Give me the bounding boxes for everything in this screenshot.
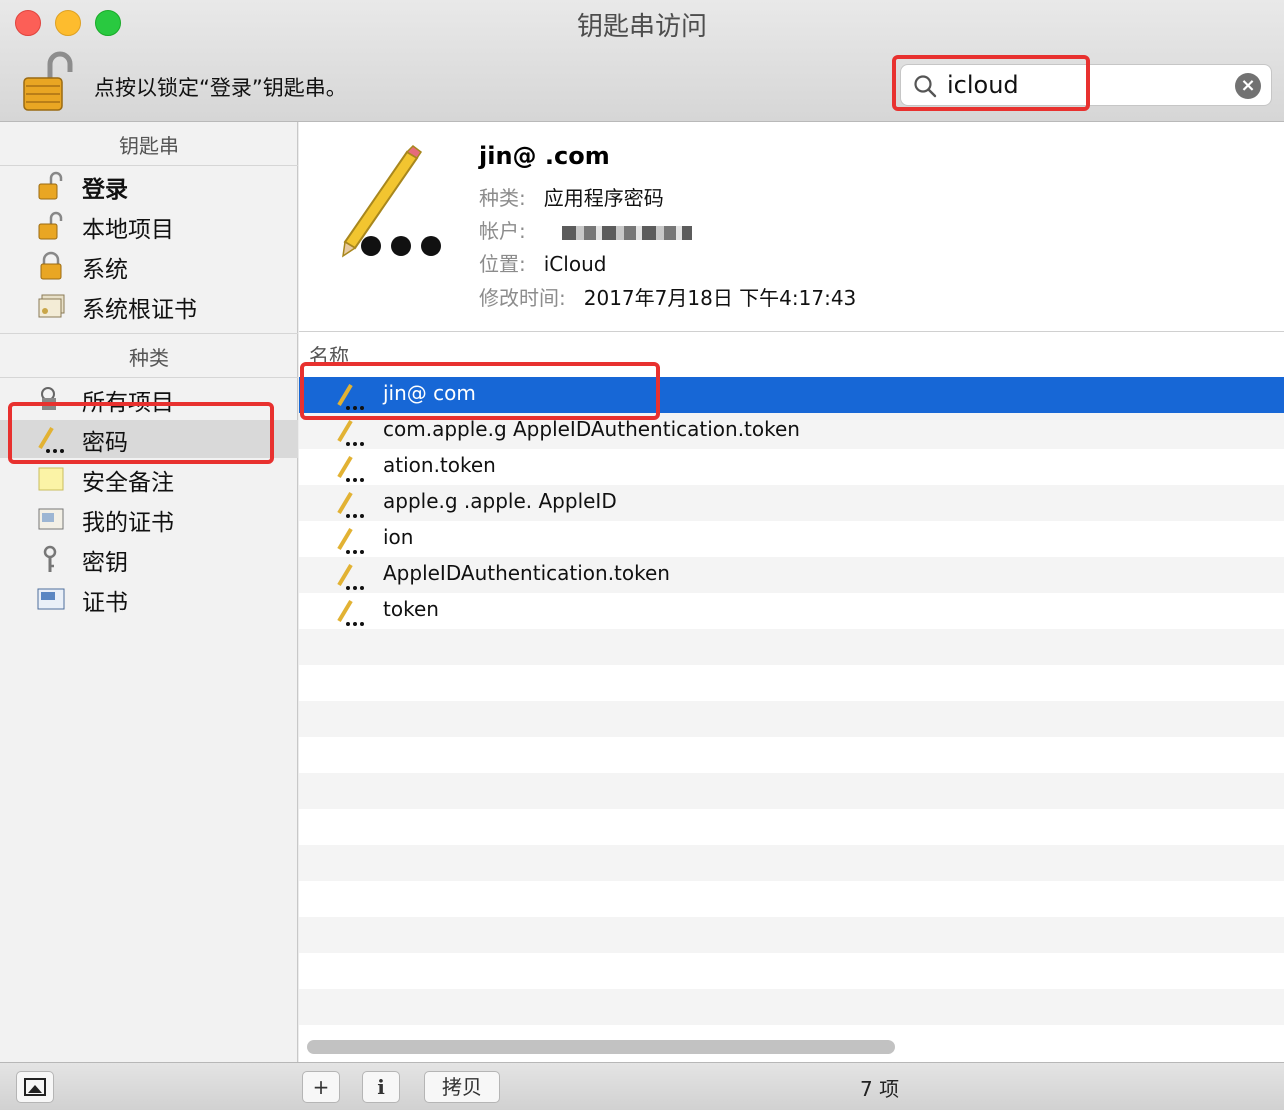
keychain-access-window: 钥匙串访问 点按以锁定“登录”钥匙串。 × 钥匙串	[0, 0, 1284, 1110]
password-pencil-icon	[342, 145, 441, 258]
selected-item-highlight-annotation	[300, 362, 660, 420]
modified-label: 修改时间:	[479, 286, 566, 310]
sidebar-item-local-items[interactable]: 本地项目	[0, 207, 298, 245]
sidebar-item-label: 系统根证书	[82, 297, 197, 323]
empty-row	[299, 917, 1284, 953]
sidebar-divider	[0, 333, 298, 334]
sidebar-item-label: 安全备注	[82, 470, 174, 496]
where-value: iCloud	[543, 252, 607, 276]
list-item-name: apple.g .apple. AppleID	[383, 489, 617, 513]
list-item[interactable]: apple.g .apple. AppleID	[299, 485, 1284, 521]
key-icon	[43, 545, 57, 572]
sidebar: 钥匙串 登录 本地项目 系统 系统根证书 种类 所有项目 密码 安全备注 我的证…	[0, 122, 298, 1062]
certificate-stack-icon	[38, 294, 65, 318]
copy-button[interactable]: 拷贝	[424, 1071, 500, 1103]
password-icon	[337, 599, 364, 626]
search-highlight-annotation	[892, 55, 1090, 111]
account-label: 帐户:	[479, 219, 526, 243]
sidebar-item-label: 本地项目	[82, 217, 174, 243]
horizontal-scrollbar[interactable]	[307, 1040, 895, 1054]
titlebar: 钥匙串访问 点按以锁定“登录”钥匙串。 ×	[0, 0, 1284, 122]
sidebar-item-system[interactable]: 系统	[0, 247, 298, 285]
unlocked-padlock-icon[interactable]	[20, 50, 76, 114]
sidebar-item-label: 系统	[82, 257, 128, 283]
sidebar-item-login[interactable]: 登录	[0, 167, 298, 205]
list-item[interactable]: token	[299, 593, 1284, 629]
passwords-highlight-annotation	[8, 402, 274, 464]
where-label: 位置:	[479, 252, 526, 276]
unlocked-padlock-icon	[38, 211, 63, 240]
item-count-status: 7 项	[860, 1077, 900, 1101]
password-icon	[337, 419, 364, 446]
modified-value: 2017年7月18日 下午4:17:43	[583, 286, 857, 310]
sidebar-item-system-roots[interactable]: 系统根证书	[0, 287, 298, 325]
sidebar-item-label: 我的证书	[82, 510, 174, 536]
list-item-name: token	[383, 597, 439, 621]
empty-row	[299, 773, 1284, 809]
sidebar-item-label: 证书	[82, 590, 128, 616]
empty-row	[299, 845, 1284, 881]
show-hide-sidebar-icon[interactable]	[16, 1071, 54, 1103]
list-item[interactable]: AppleIDAuthentication.token	[299, 557, 1284, 593]
sidebar-item-label: 密钥	[82, 550, 128, 576]
sidebar-item-secure-notes[interactable]: 安全备注	[0, 460, 298, 498]
password-icon	[337, 563, 364, 590]
empty-row	[299, 701, 1284, 737]
locked-padlock-icon	[40, 251, 62, 280]
redacted-account	[561, 225, 692, 240]
item-title: jin@ .com	[479, 142, 610, 170]
bottom-bar: + i 拷贝 7 项	[0, 1062, 1284, 1110]
my-certificate-icon	[38, 508, 64, 530]
lock-keychain-hint: 点按以锁定“登录”钥匙串。	[94, 76, 347, 100]
list-item-name: com.apple.g AppleIDAuthentication.token	[383, 417, 800, 441]
kind-label: 种类:	[479, 186, 526, 210]
certificate-icon	[37, 588, 65, 610]
password-icon	[337, 527, 364, 554]
modified-row: 修改时间: 2017年7月18日 下午4:17:43	[479, 282, 856, 311]
kind-row: 种类: 应用程序密码	[479, 182, 664, 211]
list-item[interactable]: ion	[299, 521, 1284, 557]
list-item-name: ation.token	[383, 453, 496, 477]
sidebar-item-label: 登录	[82, 177, 128, 203]
window-title: 钥匙串访问	[576, 12, 707, 42]
kind-value: 应用程序密码	[543, 186, 664, 210]
list-item[interactable]: ation.token	[299, 449, 1284, 485]
list-item-name: ion	[383, 525, 414, 549]
clear-search-icon[interactable]: ×	[1235, 73, 1261, 99]
where-row: 位置: iCloud	[479, 248, 606, 277]
sidebar-divider	[0, 377, 298, 378]
categories-header: 种类	[129, 346, 169, 370]
keychains-header: 钥匙串	[119, 134, 179, 158]
empty-row	[299, 989, 1284, 1025]
sidebar-item-my-certificates[interactable]: 我的证书	[0, 500, 298, 538]
item-list[interactable]: 名称 jin@ com com.apple.g AppleIDAuthentic…	[299, 332, 1284, 1062]
item-detail-panel: jin@ .com 种类: 应用程序密码 帐户: 位置: iCloud 修改时间: 2…	[299, 122, 1284, 332]
sidebar-item-keys[interactable]: 密钥	[0, 540, 298, 578]
secure-note-icon	[38, 467, 64, 491]
password-icon	[337, 455, 364, 482]
account-row: 帐户:	[479, 215, 692, 244]
info-button[interactable]: i	[362, 1071, 400, 1103]
empty-row	[299, 629, 1284, 665]
list-item-name: AppleIDAuthentication.token	[383, 561, 670, 585]
add-item-button[interactable]: +	[302, 1071, 340, 1103]
sidebar-item-certificates[interactable]: 证书	[0, 580, 298, 618]
sidebar-divider	[0, 165, 298, 166]
password-icon	[337, 491, 364, 518]
unlocked-padlock-icon	[38, 171, 63, 200]
